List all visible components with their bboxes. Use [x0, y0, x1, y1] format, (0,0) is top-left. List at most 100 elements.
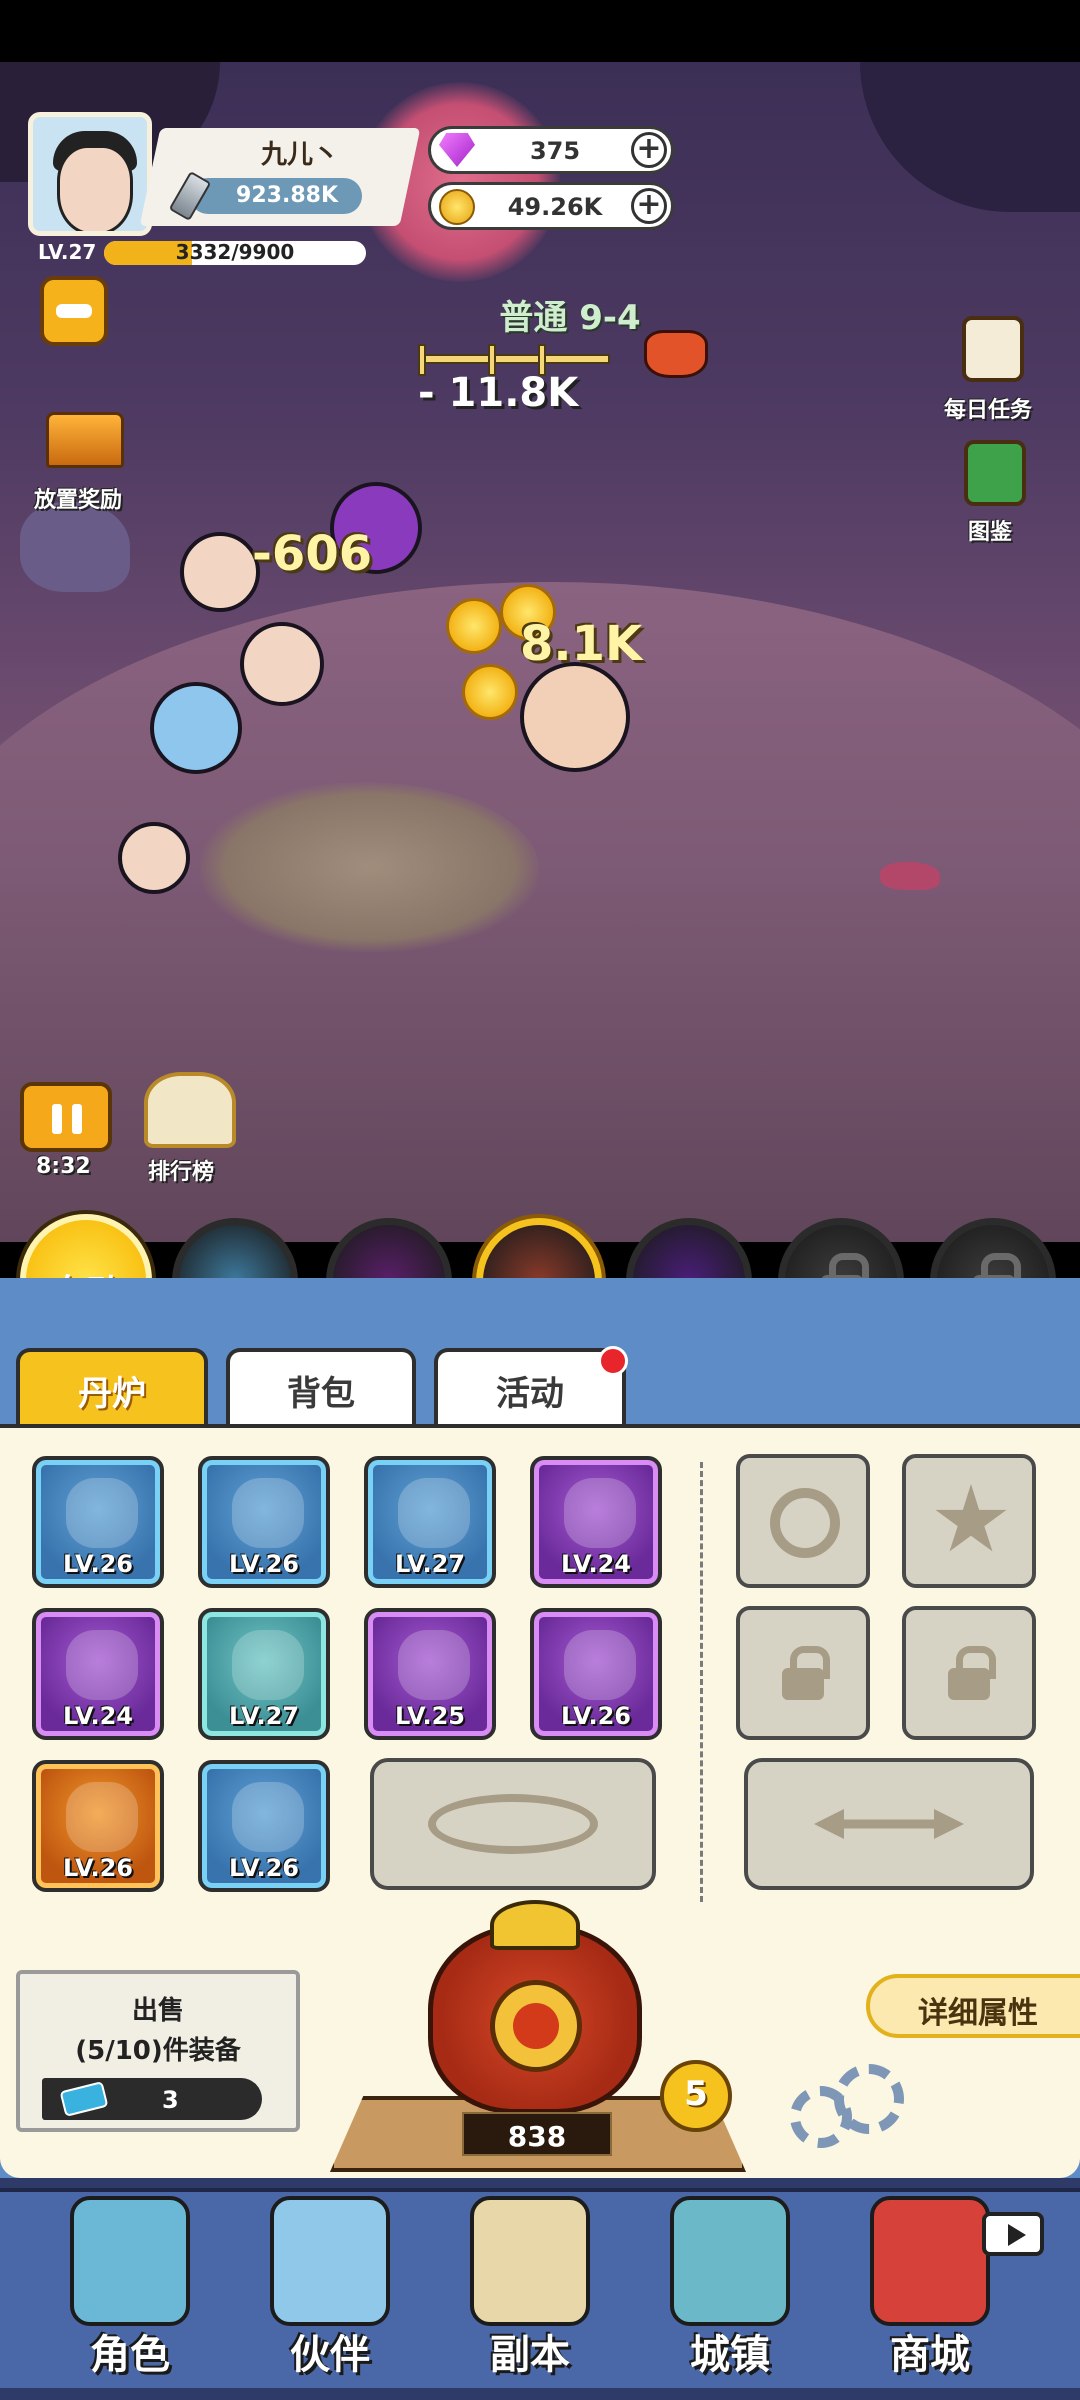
gem-count: 375: [529, 137, 581, 165]
rock: [20, 502, 130, 592]
sell-subtitle: (5/10)件装备: [75, 2036, 241, 2066]
inventory-slot[interactable]: LV.26: [530, 1608, 662, 1740]
player-level: LV.27: [38, 240, 97, 264]
item-level: LV.26: [561, 1702, 631, 1730]
item-level: LV.24: [561, 1550, 631, 1578]
nav-label: 商城: [890, 2332, 970, 2378]
gourd-icon: [398, 1630, 470, 1700]
combat-power: 923.88K: [190, 178, 362, 214]
sell-equipment-button[interactable]: 出售 (5/10)件装备 3: [16, 1970, 300, 2132]
daily-task-icon[interactable]: [962, 316, 1024, 382]
equip-slot-ring[interactable]: [736, 1454, 870, 1588]
battle-scene: -606 8.1K: [0, 62, 1080, 1242]
stage-progress-bar: [418, 344, 610, 376]
video-play-icon[interactable]: [982, 2212, 1044, 2256]
tab-events[interactable]: 活动: [434, 1346, 628, 1424]
nav-character[interactable]: 角色: [40, 2196, 220, 2386]
item-level: LV.26: [63, 1854, 133, 1882]
menu-button[interactable]: [40, 276, 108, 346]
exp-text: 3332/9900: [175, 240, 295, 264]
leaderboard-label[interactable]: 排行榜: [148, 1154, 214, 1186]
tab-backpack[interactable]: 背包: [226, 1348, 416, 1424]
gear-cog: [834, 2064, 904, 2134]
inventory-slot[interactable]: LV.25: [364, 1608, 496, 1740]
lock-icon: [782, 1646, 830, 1700]
equip-slot-array[interactable]: [370, 1758, 656, 1890]
furnace-level-badge[interactable]: 5: [660, 2060, 732, 2132]
array-emblem-icon: [428, 1794, 598, 1854]
inventory-slot[interactable]: LV.24: [530, 1456, 662, 1588]
inventory-slot[interactable]: LV.26: [32, 1760, 164, 1892]
gear-icon[interactable]: [790, 2064, 906, 2150]
treasure-chest-icon[interactable]: [46, 412, 124, 468]
equip-slot-weapon[interactable]: [744, 1758, 1034, 1890]
gem-icon: [439, 133, 475, 167]
character-icon: [70, 2196, 190, 2326]
sell-reward: 3: [42, 2078, 262, 2120]
sell-title: 出售: [131, 1996, 184, 2026]
gold-coin-icon: [439, 189, 475, 225]
codex-book-icon[interactable]: [964, 440, 1026, 506]
inventory-slot[interactable]: LV.26: [32, 1456, 164, 1588]
furnace-lid: [490, 1900, 580, 1950]
inventory-slot[interactable]: LV.26: [198, 1760, 330, 1892]
hero-character: [240, 622, 324, 706]
inventory-slot[interactable]: LV.24: [32, 1608, 164, 1740]
item-level: LV.26: [229, 1550, 299, 1578]
rock: [880, 862, 940, 890]
equip-slot-locked[interactable]: [902, 1606, 1036, 1740]
demon-orb-icon: [564, 1478, 636, 1548]
daily-task-label[interactable]: 每日任务: [944, 392, 1032, 424]
lock-icon: [948, 1646, 996, 1700]
spear-icon: [66, 1478, 138, 1548]
add-gold-button[interactable]: +: [631, 188, 667, 224]
add-gems-button[interactable]: +: [631, 132, 667, 168]
inventory-slot[interactable]: LV.27: [198, 1608, 330, 1740]
battle-timer: 8:32: [36, 1154, 91, 1179]
nav-label: 城镇: [690, 2332, 770, 2378]
partner-icon: [270, 2196, 390, 2326]
equip-slot-locked[interactable]: [736, 1606, 870, 1740]
inventory-slot[interactable]: LV.27: [364, 1456, 496, 1588]
boss-icon[interactable]: [644, 330, 708, 378]
ticket-icon: [59, 2081, 109, 2117]
hero-character: [118, 822, 190, 894]
idle-reward-label[interactable]: 放置奖励: [34, 482, 122, 514]
player-avatar[interactable]: [28, 112, 152, 236]
gold-coin-icon: [462, 664, 518, 720]
item-level: LV.27: [229, 1702, 299, 1730]
gold-count: 49.26K: [507, 193, 603, 221]
damage-popup: -606: [252, 526, 373, 582]
tree-silhouette: [860, 62, 1080, 212]
sell-reward-count: 3: [162, 2086, 179, 2114]
nav-label: 伙伴: [290, 2332, 370, 2378]
dungeon-scroll-icon: [470, 2196, 590, 2326]
helmet-icon: [232, 1478, 304, 1548]
nav-town[interactable]: 城镇: [640, 2196, 820, 2386]
robe-icon: [398, 1478, 470, 1548]
tab-furnace[interactable]: 丹炉: [16, 1348, 208, 1424]
trident-slot-icon: [814, 1809, 964, 1839]
nav-dungeon[interactable]: 副本: [440, 2196, 620, 2386]
boots-icon: [232, 1782, 304, 1852]
amulet-icon: [66, 1782, 138, 1852]
hero-character: [180, 532, 260, 612]
ring-slot-icon: [770, 1488, 840, 1558]
nav-label: 副本: [490, 2332, 570, 2378]
nav-label: 角色: [90, 2332, 170, 2378]
furnace-count: 838: [462, 2112, 612, 2156]
pause-button[interactable]: [20, 1082, 112, 1152]
detailed-attributes-button[interactable]: 详细属性: [866, 1974, 1080, 2038]
leaderboard-icon[interactable]: [144, 1072, 236, 1148]
equip-slot-amulet[interactable]: [902, 1454, 1036, 1588]
inventory-slot[interactable]: LV.26: [198, 1456, 330, 1588]
item-level: LV.26: [63, 1550, 133, 1578]
codex-label[interactable]: 图鉴: [968, 514, 1012, 546]
fire-pearl-icon: [564, 1630, 636, 1700]
tab-events-label: 活动: [496, 1374, 564, 1414]
item-level: LV.27: [395, 1550, 465, 1578]
shop-icon: [870, 2196, 990, 2326]
jade-disc-icon: [232, 1630, 304, 1700]
nav-partner[interactable]: 伙伴: [240, 2196, 420, 2386]
slot-divider: [700, 1462, 703, 1902]
